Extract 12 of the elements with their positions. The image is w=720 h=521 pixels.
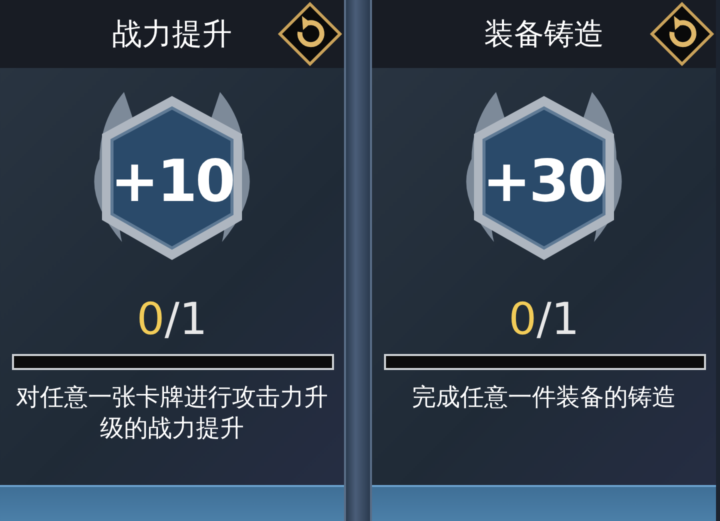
- card-title: 装备铸造: [484, 16, 604, 54]
- refresh-icon[interactable]: [278, 2, 342, 66]
- progress-count: 0: [136, 294, 165, 345]
- reward-value: +10: [110, 152, 234, 210]
- progress-total: /1: [164, 294, 208, 345]
- progress-total: /1: [536, 294, 580, 345]
- card-title: 战力提升: [112, 16, 232, 54]
- reward-value: +30: [482, 152, 606, 210]
- refresh-icon[interactable]: [650, 2, 714, 66]
- quest-description: 对任意一张卡牌进行攻击力升级的战力提升: [15, 382, 329, 444]
- quest-description: 完成任意一件装备的铸造: [411, 382, 677, 413]
- progress-count: 0: [508, 294, 537, 345]
